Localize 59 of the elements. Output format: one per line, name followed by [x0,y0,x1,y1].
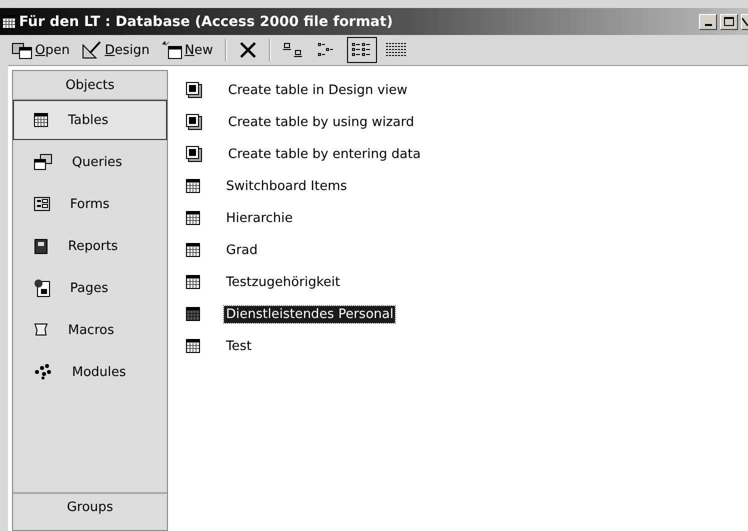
object-type-label: Reports [68,238,118,254]
book-icon [34,238,48,254]
object-item[interactable]: Create table by using wizard [226,114,416,130]
table-icon [186,339,200,353]
groups-header[interactable]: Groups [13,492,167,530]
large-icons-icon [283,42,305,58]
scroll-icon [34,323,48,337]
stacked-tables-icon [34,154,52,170]
table-icon [34,113,48,127]
open-button[interactable]: Open [8,37,74,63]
list-button[interactable] [347,37,377,63]
list-icon [351,42,373,58]
window-title: Für den LT : Database (Access 2000 file format) [19,14,394,30]
object-item[interactable]: Create table in Design view [226,82,410,98]
shortcut-icon [186,114,202,130]
close-icon [742,18,748,26]
modules-icon [34,364,52,380]
details-icon [385,42,407,58]
table-icon [186,211,200,225]
window-icon [2,14,16,28]
table-icon [186,275,200,289]
shortcut-icon [186,146,202,162]
object-item[interactable]: Grad [224,242,260,258]
object-type-label: Tables [68,112,108,128]
maximize-icon [724,17,734,26]
object-item[interactable]: Dienstleistendes Personal [224,306,396,322]
object-type-label: Macros [68,322,114,338]
object-item[interactable]: Create table by entering data [226,146,423,162]
design-button[interactable]: Design [78,37,154,63]
maximize-button[interactable] [720,14,738,30]
object-item[interactable]: Switchboard Items [224,178,350,194]
minimize-icon [704,24,712,26]
table-icon [186,307,200,321]
open-icon [12,41,32,59]
object-type-label: Pages [70,280,108,296]
table-icon [186,179,200,193]
object-type-item[interactable]: Pages [13,268,167,308]
ruler-pencil-icon [82,41,102,59]
object-type-item[interactable]: Reports [13,226,167,266]
new-table-icon [162,41,182,59]
page-icon [34,279,50,297]
minimize-button[interactable] [699,14,717,30]
object-type-label: Queries [72,154,122,170]
new-button[interactable]: New [158,37,217,63]
object-item[interactable]: Hierarchie [224,210,295,226]
object-type-item[interactable]: Queries [13,142,167,182]
object-item[interactable]: Test [224,338,254,354]
close-button[interactable] [741,14,748,30]
object-type-label: Modules [72,364,126,380]
object-type-item[interactable]: Forms [13,184,167,224]
object-type-item[interactable]: Macros [13,310,167,350]
form-icon [34,197,50,211]
shortcut-icon [186,82,202,98]
object-type-item[interactable]: Tables [13,100,167,140]
object-type-item[interactable]: Modules [13,352,167,392]
delete-icon [239,41,257,59]
object-item[interactable]: Testzugehörigkeit [224,274,342,290]
table-icon [186,243,200,257]
object-type-label: Forms [70,196,110,212]
